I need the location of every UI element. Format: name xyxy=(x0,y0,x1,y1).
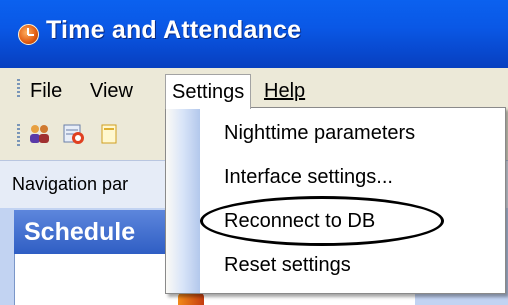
schedule-clock-icon[interactable] xyxy=(62,123,86,145)
menu-bar xyxy=(0,68,508,109)
menu-file[interactable]: File xyxy=(30,76,62,106)
menu-item-interface-settings[interactable]: Interface settings... xyxy=(224,166,393,189)
menu-view[interactable]: View xyxy=(90,76,133,106)
menu-settings[interactable]: Settings xyxy=(165,74,252,109)
schedule-title: Schedule xyxy=(24,218,136,246)
document-icon[interactable] xyxy=(98,123,122,145)
menu-icon-strip xyxy=(166,108,200,293)
highlight-ellipse xyxy=(200,196,444,246)
app-clock-icon xyxy=(18,24,39,45)
schedule-item-icon[interactable] xyxy=(178,293,204,305)
window-title: Time and Attendance xyxy=(46,16,302,44)
toolbar-grip-icon[interactable] xyxy=(17,124,20,146)
menu-help[interactable]: Help xyxy=(264,76,305,106)
menu-item-nighttime-parameters[interactable]: Nighttime parameters xyxy=(224,122,415,145)
menubar-grip-icon[interactable] xyxy=(17,79,20,97)
users-icon[interactable] xyxy=(28,123,52,145)
navigation-panel-label: Navigation par xyxy=(12,174,129,194)
menu-item-reset-settings[interactable]: Reset settings xyxy=(224,254,351,277)
title-bar[interactable]: Time and Attendance xyxy=(0,0,508,68)
